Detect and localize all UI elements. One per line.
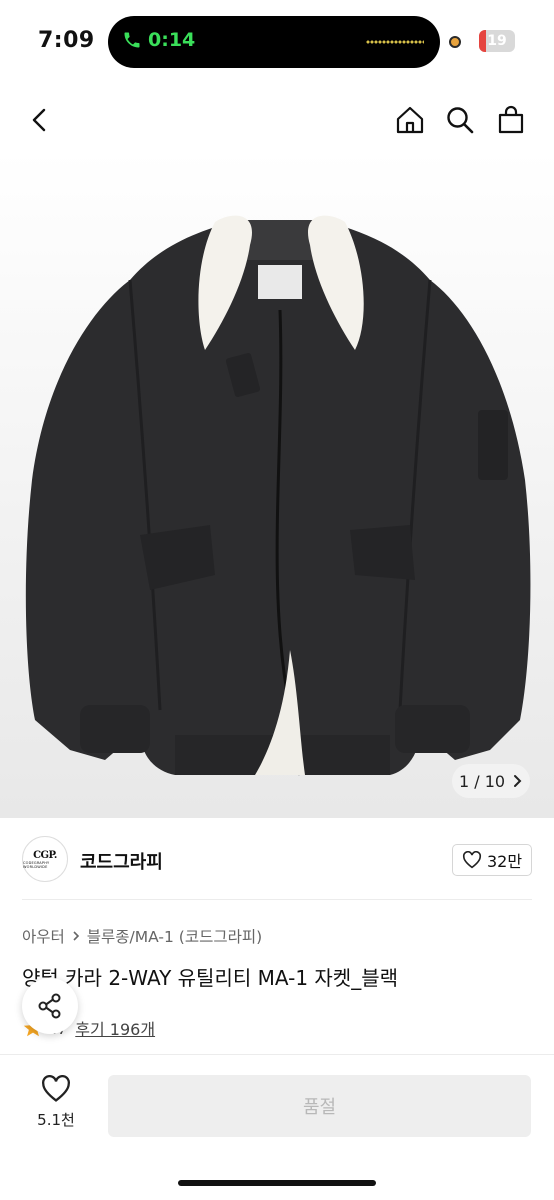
battery-level: 19 [487, 33, 507, 49]
review-link[interactable]: 후기 196개 [75, 1016, 155, 1040]
heart-icon [462, 851, 481, 869]
chevron-left-icon [32, 108, 46, 132]
brand-like-count: 32만 [486, 852, 523, 871]
home-icon [396, 106, 424, 134]
audio-waveform [366, 40, 424, 44]
privacy-indicator-dot [449, 36, 461, 48]
brand-like-button[interactable]: 32만 [452, 844, 532, 876]
brand-row[interactable]: CGP. CODEGRAPHY WORLDWIDE 코드그라피 32만 [22, 836, 532, 884]
sold-out-button[interactable]: 품절 [108, 1075, 531, 1137]
bottom-action-bar: 5.1천 품절 [0, 1054, 554, 1200]
shopping-bag-icon [498, 105, 524, 134]
image-counter-text: 1 / 10 [458, 771, 506, 791]
search-icon [447, 107, 474, 134]
product-image[interactable] [0, 150, 554, 818]
call-timer: 0:14 [148, 29, 196, 51]
search-button[interactable] [440, 100, 480, 140]
image-counter[interactable]: 1 / 10 [452, 764, 530, 798]
divider [22, 899, 532, 900]
status-time: 7:09 [38, 28, 95, 53]
product-title: 양털 카라 2-WAY 유틸리티 MA-1 자켓_블랙 [22, 966, 398, 990]
battery-icon: 19 [479, 30, 515, 52]
dynamic-island[interactable]: 0:14 [108, 16, 440, 68]
breadcrumb-item-category[interactable]: 블루종/MA-1 (코드그라피) [87, 925, 262, 947]
jacket-illustration [25, 215, 531, 776]
share-button[interactable] [22, 978, 78, 1034]
wishlist-button[interactable]: 5.1천 [26, 1075, 86, 1139]
home-indicator [178, 1180, 376, 1186]
chevron-right-icon [73, 931, 79, 941]
brand-logo[interactable]: CGP. CODEGRAPHY WORLDWIDE [22, 836, 68, 882]
back-button[interactable] [20, 100, 60, 140]
heart-icon [42, 1075, 70, 1102]
breadcrumb: 아우터 블루종/MA-1 (코드그라피) [22, 925, 262, 947]
home-button[interactable] [390, 100, 430, 140]
wishlist-count: 5.1천 [37, 1111, 75, 1129]
share-icon [38, 993, 61, 1019]
brand-name[interactable]: 코드그라피 [80, 848, 163, 874]
breadcrumb-item-outer[interactable]: 아우터 [22, 925, 65, 947]
call-indicator[interactable]: 0:14 [122, 29, 195, 51]
phone-icon [124, 32, 140, 48]
cart-button[interactable] [491, 100, 531, 140]
chevron-right-icon [514, 775, 522, 787]
status-bar: 7:09 0:14 19 [0, 0, 554, 84]
